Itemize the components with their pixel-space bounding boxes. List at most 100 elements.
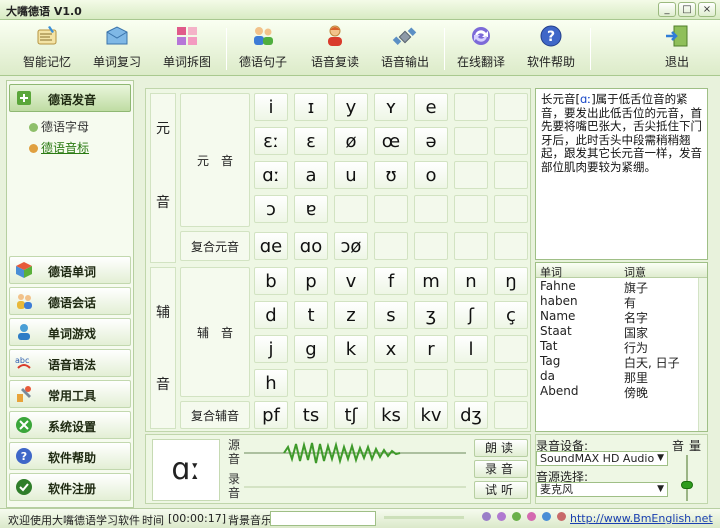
volume-slider-handle[interactable] — [681, 481, 693, 489]
phonetic-symbol-cell[interactable]: tʃ — [334, 401, 368, 429]
phonetic-symbol-cell[interactable]: ʏ — [374, 93, 408, 121]
phonetic-symbol-cell[interactable]: ʊ — [374, 161, 408, 189]
phonetic-symbol-cell[interactable]: ɑː — [254, 161, 288, 189]
phonetic-symbol-cell[interactable]: v — [334, 267, 368, 295]
online-translate-button[interactable]: 在线翻译 — [448, 24, 514, 74]
theme-color-dot[interactable] — [542, 512, 551, 521]
phonetic-symbol-cell[interactable]: ç — [494, 301, 528, 329]
phonetic-symbol-cell[interactable]: j — [254, 335, 288, 363]
smart-memory-button[interactable]: 智能记忆 — [14, 24, 80, 74]
theme-color-dot[interactable] — [527, 512, 536, 521]
close-button[interactable]: × — [698, 2, 716, 17]
minimize-button[interactable]: _ — [658, 2, 676, 17]
word-picture-button[interactable]: 单词拆图 — [154, 24, 220, 74]
phonetic-symbol-cell[interactable]: ɛ — [294, 127, 328, 155]
phonetic-symbol-cell[interactable]: i — [254, 93, 288, 121]
table-scrollbar[interactable] — [698, 278, 707, 431]
phonetic-symbol-cell[interactable]: ŋ — [494, 267, 528, 295]
phonetic-symbol-cell[interactable]: ɛː — [254, 127, 288, 155]
phonetic-symbol-cell[interactable]: z — [334, 301, 368, 329]
sidebar-item-register[interactable]: 软件注册 — [9, 473, 131, 501]
music-progress-slider[interactable] — [384, 516, 464, 519]
word-review-button[interactable]: 单词复习 — [84, 24, 150, 74]
table-row[interactable]: Staat 国家 — [536, 324, 698, 340]
table-row[interactable]: Tag 白天, 日子 — [536, 354, 698, 370]
record-device-select[interactable]: SoundMAX HD Audio ▼ — [536, 451, 668, 466]
sidebar-item-pronunciation[interactable]: 德语发音 — [9, 84, 131, 112]
table-row[interactable]: da 那里 — [536, 369, 698, 385]
phonetic-symbol-cell[interactable]: ʒ — [414, 301, 448, 329]
phonetic-symbol-cell[interactable]: e — [414, 93, 448, 121]
phonetic-symbol-cell[interactable]: g — [294, 335, 328, 363]
sidebar-item-settings[interactable]: 系统设置 — [9, 411, 131, 439]
exit-button[interactable]: 退出 — [644, 24, 710, 74]
read-aloud-button[interactable]: 朗读 — [474, 439, 528, 457]
sidebar-item-conversation[interactable]: 德语会话 — [9, 287, 131, 315]
phonetic-symbol-cell[interactable]: ʃ — [454, 301, 488, 329]
table-row[interactable]: Name 名字 — [536, 309, 698, 325]
volume-track[interactable] — [686, 455, 688, 501]
source-select[interactable]: 麦克风 ▼ — [536, 482, 668, 497]
sidebar-item-label: 德语会话 — [48, 296, 97, 310]
phonetic-symbol-cell[interactable]: ɑo — [294, 232, 328, 260]
sidebar-subitem-phonetics[interactable]: 德语音标 — [29, 139, 89, 156]
voice-output-button[interactable]: 语音输出 — [372, 24, 438, 74]
phonetic-symbol-cell[interactable]: ɑe — [254, 232, 288, 260]
table-row[interactable]: haben 有 — [536, 294, 698, 310]
phonetic-symbol-cell[interactable]: dʒ — [454, 401, 488, 429]
bullet-icon — [29, 123, 38, 132]
phonetic-symbol-cell[interactable]: u — [334, 161, 368, 189]
phonetic-symbol-cell[interactable]: n — [454, 267, 488, 295]
help-icon: ? — [540, 25, 562, 47]
phonetic-symbol-cell[interactable]: a — [294, 161, 328, 189]
software-help-button[interactable]: ? 软件帮助 — [518, 24, 584, 74]
sidebar-item-grammar[interactable]: abc 语音语法 — [9, 349, 131, 377]
sidebar-item-help[interactable]: ? 软件帮助 — [9, 442, 131, 470]
table-row[interactable]: Tat 行为 — [536, 339, 698, 355]
phonetic-symbol-cell[interactable]: t — [294, 301, 328, 329]
sidebar-item-word-game[interactable]: 单词游戏 — [9, 318, 131, 346]
sidebar-item-tools[interactable]: 常用工具 — [9, 380, 131, 408]
german-sentence-button[interactable]: 德语句子 — [230, 24, 296, 74]
cube-icon — [16, 262, 32, 278]
maximize-button[interactable]: □ — [678, 2, 696, 17]
phonetic-symbol-cell[interactable]: l — [454, 335, 488, 363]
phonetic-symbol-cell[interactable]: ɪ — [294, 93, 328, 121]
phonetic-symbol-cell[interactable]: p — [294, 267, 328, 295]
table-row[interactable]: Abend 傍晚 — [536, 384, 698, 400]
voice-repeat-button[interactable]: 语音复读 — [302, 24, 368, 74]
phonetic-symbol-cell[interactable]: r — [414, 335, 448, 363]
phonetic-symbol-cell[interactable]: ə — [414, 127, 448, 155]
phonetic-symbol-cell[interactable]: o — [414, 161, 448, 189]
phonetic-symbol-cell[interactable]: kv — [414, 401, 448, 429]
phonetic-symbol-cell[interactable]: k — [334, 335, 368, 363]
phonetic-symbol-cell[interactable]: x — [374, 335, 408, 363]
phonetic-symbol-cell[interactable]: ɔ — [254, 195, 288, 223]
background-music-input[interactable] — [270, 511, 376, 526]
phonetic-symbol-cell[interactable]: h — [254, 369, 288, 397]
sidebar-item-label: 系统设置 — [48, 420, 97, 434]
phonetic-symbol-cell[interactable]: d — [254, 301, 288, 329]
sidebar-item-words[interactable]: 德语单词 — [9, 256, 131, 284]
table-row[interactable]: Fahne 旗子 — [536, 279, 698, 295]
phonetic-symbol-cell[interactable]: ts — [294, 401, 328, 429]
listen-button[interactable]: 试听 — [474, 481, 528, 499]
theme-color-dot[interactable] — [512, 512, 521, 521]
phonetic-symbol-cell[interactable]: f — [374, 267, 408, 295]
phonetic-symbol-cell[interactable]: m — [414, 267, 448, 295]
phonetic-symbol-cell[interactable]: y — [334, 93, 368, 121]
theme-color-dot[interactable] — [482, 512, 491, 521]
website-link[interactable]: http://www.BmEnglish.net — [570, 512, 713, 525]
sidebar-subitem-alphabet[interactable]: 德语字母 — [29, 118, 89, 135]
phonetic-symbol-cell[interactable]: ø — [334, 127, 368, 155]
record-button[interactable]: 录音 — [474, 460, 528, 478]
phonetic-symbol-cell[interactable]: s — [374, 301, 408, 329]
phonetic-symbol-cell[interactable]: ɐ — [294, 195, 328, 223]
theme-color-dot[interactable] — [557, 512, 566, 521]
phonetic-symbol-cell[interactable]: b — [254, 267, 288, 295]
phonetic-symbol-cell[interactable]: œ — [374, 127, 408, 155]
phonetic-symbol-cell[interactable]: ɔø — [334, 232, 368, 260]
theme-color-dot[interactable] — [497, 512, 506, 521]
phonetic-symbol-cell[interactable]: ks — [374, 401, 408, 429]
phonetic-symbol-cell[interactable]: pf — [254, 401, 288, 429]
